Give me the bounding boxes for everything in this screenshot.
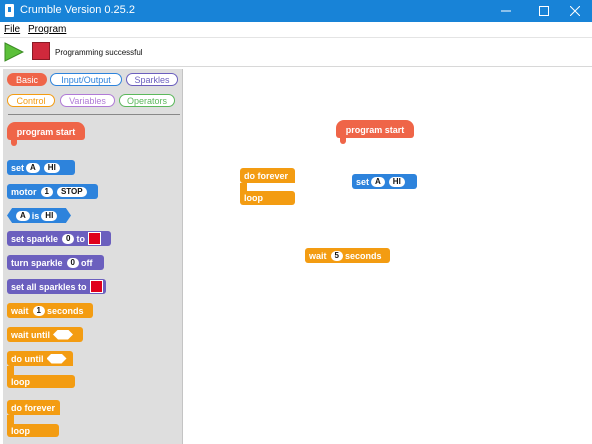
sparkle-number[interactable]: 0 bbox=[62, 233, 75, 244]
block-label: motor bbox=[11, 186, 37, 197]
condition-slot[interactable] bbox=[53, 329, 73, 340]
window-title: Crumble Version 0.25.2 bbox=[20, 4, 135, 16]
do-forever-header: do forever bbox=[7, 400, 60, 415]
menu-program[interactable]: Program bbox=[28, 24, 66, 35]
block-label: is bbox=[31, 210, 40, 221]
category-basic[interactable]: Basic bbox=[7, 73, 47, 86]
menu-bar: File Program bbox=[0, 22, 592, 37]
pin-selector[interactable]: A bbox=[26, 162, 40, 173]
motor-state[interactable]: STOP bbox=[56, 186, 87, 197]
workspace-set-pin-block[interactable]: set A HI bbox=[352, 174, 417, 189]
wait-number[interactable]: 1 bbox=[32, 305, 45, 316]
do-forever-header: do forever bbox=[240, 168, 295, 183]
color-swatch[interactable] bbox=[89, 280, 103, 293]
block-label: wait until bbox=[11, 329, 50, 340]
palette-wait-seconds-block[interactable]: wait 1 seconds bbox=[7, 303, 93, 318]
block-label: do forever bbox=[244, 170, 289, 181]
block-label: do until bbox=[11, 353, 44, 364]
palette-divider bbox=[8, 114, 180, 115]
c-block-arm bbox=[240, 183, 247, 191]
minimize-button[interactable] bbox=[489, 0, 523, 22]
wait-number[interactable]: 5 bbox=[330, 250, 343, 261]
block-label: program start bbox=[16, 127, 76, 137]
block-label: loop bbox=[11, 376, 30, 387]
value-selector[interactable]: HI bbox=[41, 210, 58, 221]
menu-file[interactable]: File bbox=[4, 24, 20, 35]
color-swatch[interactable] bbox=[87, 232, 101, 245]
do-forever-footer: loop bbox=[7, 424, 59, 437]
block-label-unit: seconds bbox=[344, 250, 382, 261]
category-input-output[interactable]: Input/Output bbox=[50, 73, 122, 86]
workspace-program-start-block[interactable]: program start bbox=[336, 120, 414, 144]
category-sparkles[interactable]: Sparkles bbox=[126, 73, 178, 86]
block-label: do forever bbox=[11, 402, 56, 413]
block-label: set sparkle bbox=[11, 233, 59, 244]
c-block-arm bbox=[7, 366, 14, 375]
workspace-wait-seconds-block[interactable]: wait 5 seconds bbox=[305, 248, 390, 263]
palette-turn-sparkle-off-block[interactable]: turn sparkle 0 off bbox=[7, 255, 104, 270]
block-label: wait bbox=[309, 250, 327, 261]
block-label: program start bbox=[345, 125, 405, 135]
maximize-icon bbox=[539, 6, 549, 16]
block-label: set bbox=[11, 162, 25, 173]
c-block-arm bbox=[7, 415, 14, 424]
category-variables[interactable]: Variables bbox=[60, 94, 115, 107]
block-label: set all sparkles to bbox=[11, 281, 87, 292]
status-text: Programming successful bbox=[55, 48, 143, 57]
do-until-header: do until bbox=[7, 351, 73, 366]
palette-program-start-block[interactable]: program start bbox=[7, 122, 85, 146]
maximize-button[interactable] bbox=[527, 0, 561, 22]
pin-selector[interactable]: A bbox=[371, 176, 385, 187]
minimize-icon bbox=[501, 10, 511, 12]
app-icon bbox=[5, 4, 14, 17]
value-selector[interactable]: HI bbox=[43, 162, 60, 173]
block-palette: Basic Input/Output Sparkles Control Vari… bbox=[3, 69, 183, 444]
value-selector[interactable]: HI bbox=[388, 176, 405, 187]
block-label: loop bbox=[11, 425, 30, 436]
block-label-unit: seconds bbox=[46, 305, 84, 316]
close-button[interactable] bbox=[558, 0, 592, 22]
block-label: set bbox=[356, 176, 370, 187]
do-forever-footer: loop bbox=[240, 191, 295, 205]
block-notch bbox=[340, 138, 346, 144]
title-bar: Crumble Version 0.25.2 bbox=[0, 0, 592, 22]
sparkle-number[interactable]: 0 bbox=[66, 257, 79, 268]
motor-number[interactable]: 1 bbox=[40, 186, 53, 197]
palette-pin-is-block[interactable]: A is HI bbox=[7, 208, 71, 223]
workspace-canvas[interactable]: program start set A HI do forever loop w… bbox=[184, 67, 592, 444]
category-control[interactable]: Control bbox=[7, 94, 55, 107]
palette-wait-until-block[interactable]: wait until bbox=[7, 327, 83, 342]
toolbar: Programming successful bbox=[0, 37, 592, 67]
palette-motor-block[interactable]: motor 1 STOP bbox=[7, 184, 98, 199]
do-until-footer: loop bbox=[7, 375, 75, 388]
pin-selector[interactable]: A bbox=[16, 210, 30, 221]
palette-set-sparkle-block[interactable]: set sparkle 0 to bbox=[7, 231, 111, 246]
category-operators[interactable]: Operators bbox=[119, 94, 175, 107]
block-label: wait bbox=[11, 305, 29, 316]
block-label: turn sparkle bbox=[11, 257, 63, 268]
condition-slot[interactable] bbox=[46, 353, 67, 364]
stop-button[interactable] bbox=[32, 42, 50, 60]
block-label-to: to bbox=[76, 233, 85, 244]
close-icon bbox=[570, 6, 580, 16]
palette-set-all-sparkles-block[interactable]: set all sparkles to bbox=[7, 279, 106, 294]
block-label: loop bbox=[244, 193, 263, 203]
block-label-off: off bbox=[80, 257, 93, 268]
palette-set-pin-block[interactable]: set A HI bbox=[7, 160, 75, 175]
block-notch bbox=[11, 140, 17, 146]
run-button[interactable] bbox=[4, 42, 24, 62]
